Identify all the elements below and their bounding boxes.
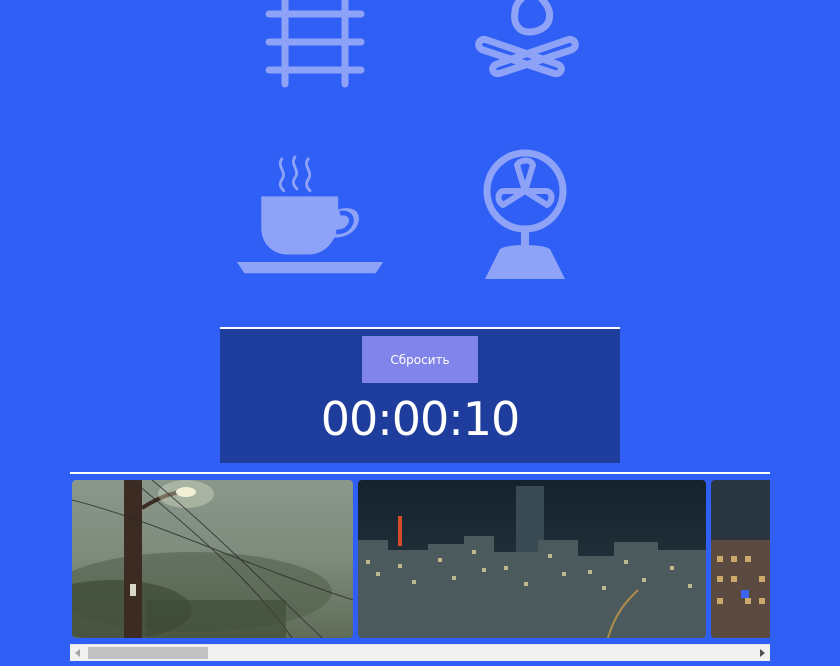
gallery-viewport[interactable] bbox=[70, 474, 770, 644]
scroll-thumb[interactable] bbox=[88, 647, 208, 659]
reset-button[interactable]: Сбросить bbox=[362, 336, 478, 383]
timer-panel: Сбросить 00:00:10 bbox=[220, 327, 620, 463]
image-gallery bbox=[70, 472, 770, 662]
night-building-image[interactable] bbox=[711, 480, 770, 638]
coffee-cup-icon[interactable] bbox=[236, 147, 385, 287]
railroad-icon[interactable] bbox=[245, 0, 385, 112]
scroll-right-icon[interactable] bbox=[754, 645, 770, 661]
foggy-street-lamp-image[interactable] bbox=[72, 480, 353, 638]
timer-display: 00:00:10 bbox=[320, 392, 521, 446]
campfire-icon[interactable] bbox=[457, 0, 597, 112]
scroll-left-icon[interactable] bbox=[70, 645, 86, 661]
night-city-tokyo-tower-image[interactable] bbox=[358, 480, 706, 638]
gallery-scrollbar[interactable] bbox=[70, 644, 770, 661]
fan-icon[interactable] bbox=[455, 147, 595, 287]
